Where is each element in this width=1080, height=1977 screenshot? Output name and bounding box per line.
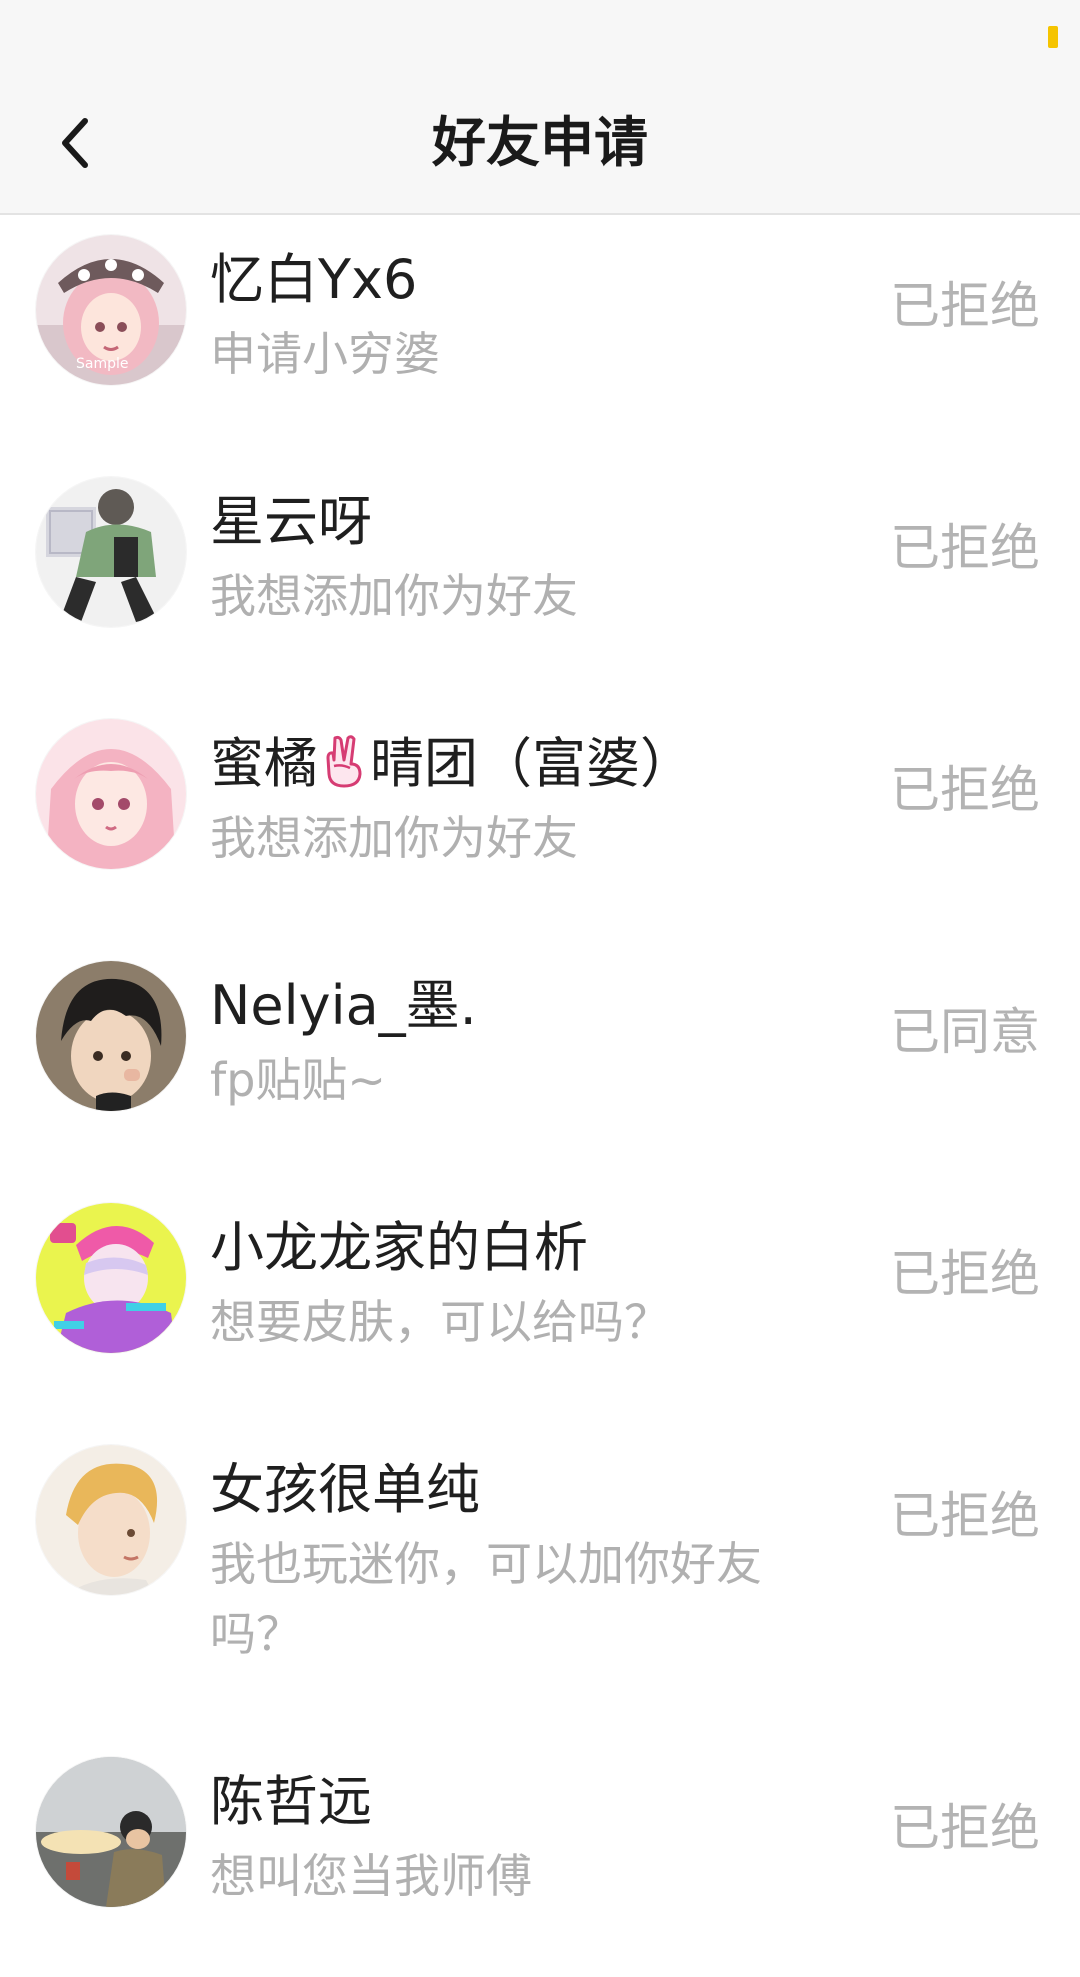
friend-request-row[interactable]: 陈哲远 想叫您当我师傅 已拒绝 xyxy=(0,1737,1080,1977)
requester-name-part: 蜜橘 xyxy=(210,732,318,795)
avatar[interactable] xyxy=(36,1445,186,1595)
avatar[interactable] xyxy=(36,961,186,1111)
request-message: 我想添加你为好友 xyxy=(210,569,578,623)
status-bar xyxy=(0,0,1080,70)
request-status: 已拒绝 xyxy=(890,277,1040,335)
requester-name: 女孩很单纯 xyxy=(210,1458,480,1521)
request-status: 已拒绝 xyxy=(890,1799,1040,1857)
friend-request-row[interactable]: 小龙龙家的白析 想要皮肤，可以给吗？ 已拒绝 xyxy=(0,1183,1080,1425)
battery-indicator-icon xyxy=(1048,26,1058,48)
request-status: 已拒绝 xyxy=(890,519,1040,577)
request-status: 已同意 xyxy=(890,1003,1040,1061)
friend-request-list: Sample 忆白Yx6 申请小穷婆 已拒绝 星云呀 我想添加你为好友 已拒绝 xyxy=(0,215,1080,1977)
request-status: 已拒绝 xyxy=(890,1245,1040,1303)
top-nav-bar: 好友申请 xyxy=(0,70,1080,215)
requester-name-part: 晴团（富婆） xyxy=(370,732,694,795)
request-message: fp贴贴~ xyxy=(210,1053,386,1107)
requester-name: 忆白Yx6 xyxy=(210,248,418,311)
requester-name: 星云呀 xyxy=(210,490,372,553)
request-message: 想叫您当我师傅 xyxy=(210,1849,532,1903)
friend-request-row[interactable]: Nelyia_墨. fp贴贴~ 已同意 xyxy=(0,941,1080,1183)
request-message: 我想添加你为好友 xyxy=(210,811,578,865)
friend-request-row[interactable]: 女孩很单纯 我也玩迷你，可以加你好友吗？ 已拒绝 xyxy=(0,1425,1080,1737)
svg-text:Sample: Sample xyxy=(76,356,129,372)
friend-request-row[interactable]: 蜜橘 晴团（富婆） 我想添加你为好友 已拒绝 xyxy=(0,699,1080,941)
friend-request-row[interactable]: Sample 忆白Yx6 申请小穷婆 已拒绝 xyxy=(0,215,1080,457)
avatar[interactable] xyxy=(36,1757,186,1907)
request-status: 已拒绝 xyxy=(890,1487,1040,1545)
avatar[interactable]: Sample xyxy=(36,235,186,385)
victory-hand-icon xyxy=(326,735,362,788)
requester-name: 小龙龙家的白析 xyxy=(210,1216,588,1279)
avatar[interactable] xyxy=(36,1203,186,1353)
page-title: 好友申请 xyxy=(432,111,648,174)
avatar[interactable] xyxy=(36,719,186,869)
request-message: 想要皮肤，可以给吗？ xyxy=(210,1295,670,1349)
requester-name: Nelyia_墨. xyxy=(210,974,477,1037)
request-message: 我也玩迷你，可以加你好友吗？ xyxy=(210,1537,762,1661)
request-status: 已拒绝 xyxy=(890,761,1040,819)
requester-name: 蜜橘 晴团（富婆） xyxy=(210,729,694,799)
request-message: 申请小穷婆 xyxy=(210,327,440,381)
requester-name: 陈哲远 xyxy=(210,1770,372,1833)
avatar[interactable] xyxy=(36,477,186,627)
friend-request-row[interactable]: 星云呀 我想添加你为好友 已拒绝 xyxy=(0,457,1080,699)
